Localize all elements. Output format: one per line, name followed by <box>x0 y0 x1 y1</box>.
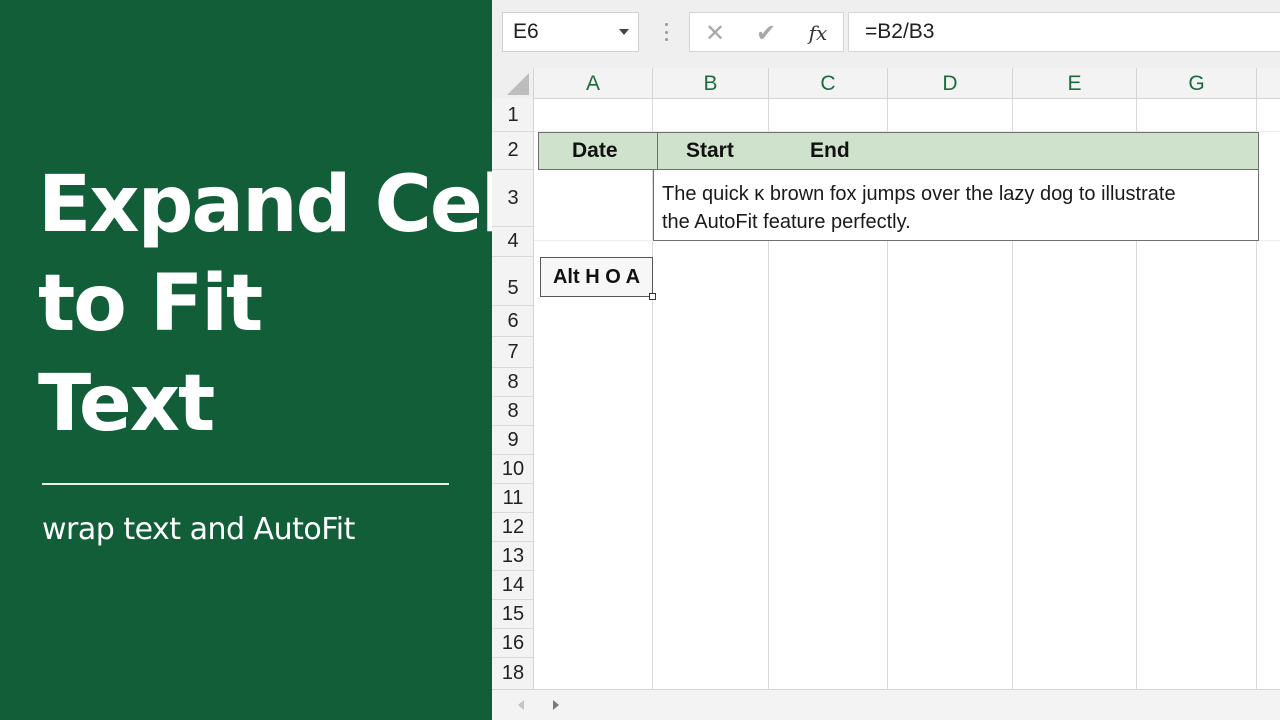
select-all-button[interactable] <box>492 68 534 99</box>
row-header[interactable]: 2 <box>492 132 534 170</box>
wrapped-text-line-1: The quick ĸ brown fox jumps over the laz… <box>662 183 1176 205</box>
scroll-right-icon[interactable] <box>553 700 559 710</box>
fill-handle-icon[interactable] <box>649 293 656 300</box>
function-icon[interactable]: fx <box>792 13 844 53</box>
title-panel: Expand Cell to Fit Text wrap text and Au… <box>0 0 532 720</box>
row-header[interactable]: 14 <box>492 571 534 600</box>
title-line-2: to Fit <box>38 259 263 349</box>
title-line-3: Text <box>38 359 215 449</box>
scroll-left-icon[interactable] <box>518 700 524 710</box>
row-header[interactable]: 13 <box>492 542 534 571</box>
header-date[interactable]: Date <box>572 133 618 169</box>
table-header-row: Date Start End <box>538 132 1259 170</box>
row-header[interactable]: 15 <box>492 600 534 629</box>
header-divider <box>657 133 658 169</box>
formula-input[interactable]: =B2/B3 <box>848 12 1280 52</box>
row-header[interactable]: 10 <box>492 455 534 484</box>
spreadsheet-window: E6 ✕ ✔ fx =B2/B3 A B C D E G 1 2 3 4 5 6… <box>492 0 1280 720</box>
thumbnail: Expand Cell to Fit Text wrap text and Au… <box>0 0 1280 720</box>
column-header-e[interactable]: E <box>1013 68 1137 99</box>
cell-grid[interactable]: Date Start End The quick ĸ brown fox jum… <box>534 99 1280 689</box>
row-header[interactable]: 3 <box>492 170 534 227</box>
row-header[interactable]: 7 <box>492 337 534 368</box>
cancel-icon[interactable]: ✕ <box>690 13 740 53</box>
divider <box>42 483 449 485</box>
shortcut-tooltip: Alt H O A <box>540 257 653 297</box>
row-header[interactable]: 4 <box>492 227 534 257</box>
row-header[interactable]: 9 <box>492 426 534 455</box>
header-start[interactable]: Start <box>686 133 734 169</box>
column-header-d[interactable]: D <box>888 68 1013 99</box>
chevron-down-icon[interactable] <box>619 29 629 35</box>
wrapped-text-line-2: the AutoFit feature perfectly. <box>662 211 911 233</box>
sheet-navigation-bar <box>492 689 1280 720</box>
formula-bar: E6 ✕ ✔ fx =B2/B3 <box>492 0 1280 68</box>
column-header-a[interactable]: A <box>534 68 653 99</box>
row-header[interactable]: 8 <box>492 397 534 426</box>
title-line-1: Expand Cell <box>38 160 532 250</box>
drag-handle-icon[interactable] <box>664 23 668 41</box>
check-icon[interactable]: ✔ <box>740 13 792 53</box>
column-headers: A B C D E G <box>492 68 1280 99</box>
column-header-b[interactable]: B <box>653 68 769 99</box>
row-header[interactable]: 1 <box>492 99 534 132</box>
wrapped-text-cell[interactable]: The quick ĸ brown fox jumps over the laz… <box>653 170 1259 241</box>
row-header[interactable]: 18 <box>492 658 534 689</box>
row-header[interactable]: 16 <box>492 629 534 658</box>
row-header[interactable]: 6 <box>492 306 534 337</box>
column-header-c[interactable]: C <box>769 68 888 99</box>
row-header[interactable]: 8 <box>492 368 534 397</box>
name-box[interactable]: E6 <box>502 12 639 52</box>
row-header[interactable]: 11 <box>492 484 534 513</box>
column-header-g[interactable]: G <box>1137 68 1257 99</box>
row-header[interactable]: 5 <box>492 257 534 306</box>
header-end[interactable]: End <box>810 133 850 169</box>
formula-buttons: ✕ ✔ fx <box>689 12 844 52</box>
select-all-icon <box>507 73 529 95</box>
subtitle: wrap text and AutoFit <box>42 512 355 547</box>
name-box-value: E6 <box>513 20 539 43</box>
row-header[interactable]: 12 <box>492 513 534 542</box>
row-headers: 1 2 3 4 5 6 7 8 8 9 10 11 12 13 14 15 16… <box>492 99 534 689</box>
